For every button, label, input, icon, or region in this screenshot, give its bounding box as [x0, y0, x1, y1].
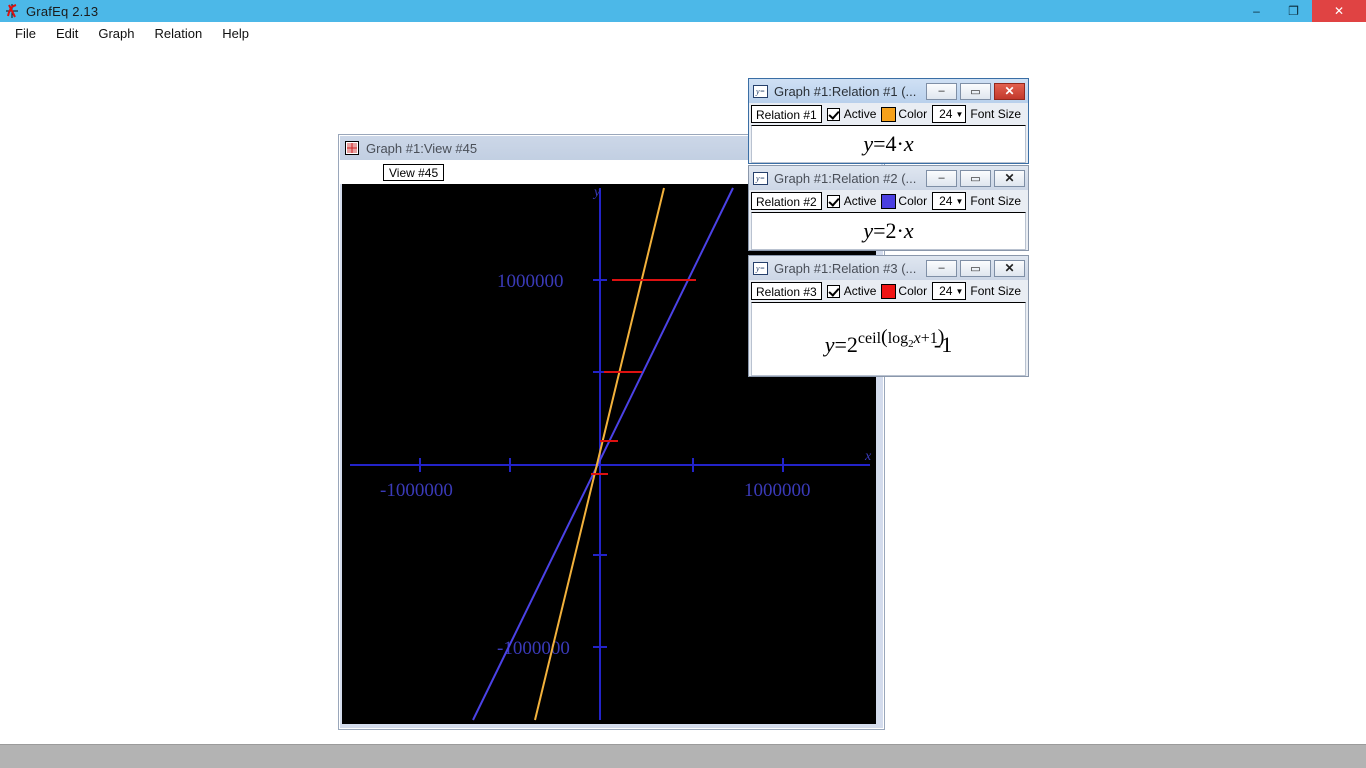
relation-1-title: Graph #1:Relation #1 (...: [774, 83, 917, 99]
relation-3-window-buttons: – ▭ ✕: [923, 259, 1028, 277]
relation-1-active-checkbox[interactable]: [826, 107, 840, 121]
relation-1-color-swatch[interactable]: [881, 106, 897, 122]
mdi-client-area: Graph #1:View #45 View #45 G: [0, 44, 1366, 745]
relation-2-active-label: Active: [843, 194, 877, 208]
plot-ticks: [419, 279, 784, 648]
relation-2-font-size-label: Font Size: [970, 194, 1022, 208]
relation-2-properties-bar: Relation #2 Active Color 24 ▼ Font Size: [749, 190, 1028, 212]
relation-1-font-size-value: 24: [939, 107, 953, 121]
relation-3-active-checkbox[interactable]: [826, 284, 840, 298]
relation-1-titlebar[interactable]: y= Graph #1:Relation #1 (... – ▭ ✕: [749, 79, 1028, 103]
relation-window-1: y= Graph #1:Relation #1 (... – ▭ ✕ Relat…: [748, 78, 1029, 164]
relation-3-equation: y=2 ceil(log2x+1) -1: [824, 326, 953, 358]
close-button[interactable]: ✕: [1312, 0, 1366, 22]
relation-window-2: y= Graph #1:Relation #2 (... – ▭ ✕ Relat…: [748, 165, 1029, 251]
application-window-buttons: – ❐ ✕: [1238, 0, 1366, 22]
relation-equation-icon: y=: [753, 261, 768, 275]
relation-3-color-label: Color: [898, 284, 928, 298]
relation-3-font-size-label: Font Size: [970, 284, 1022, 298]
relation-3-equation-base: y=2 ceil(log2x+1): [824, 326, 945, 357]
relation-3-properties-bar: Relation #3 Active Color 24 ▼ Font Size: [749, 280, 1028, 302]
view-name-input[interactable]: View #45: [383, 163, 445, 181]
relation-1-color-label: Color: [898, 107, 928, 121]
relation-3-maximize-button[interactable]: ▭: [960, 259, 991, 277]
relation-1-active-label: Active: [843, 107, 877, 121]
relation-2-color-swatch[interactable]: [881, 193, 897, 209]
relation-1-font-size-select[interactable]: 24 ▼: [932, 105, 967, 123]
relation-equation-icon: y=: [753, 84, 768, 98]
relation-3-close-button[interactable]: ✕: [994, 259, 1025, 277]
application-titlebar[interactable]: GrafEq 2.13 – ❐ ✕: [0, 0, 1366, 22]
relation-2-title: Graph #1:Relation #2 (...: [774, 170, 917, 186]
chevron-down-icon: ▼: [955, 109, 964, 119]
relation-3-font-size-select[interactable]: 24 ▼: [932, 282, 967, 300]
relation-2-color-label: Color: [898, 194, 928, 208]
relation-3-equation-area[interactable]: y=2 ceil(log2x+1) -1: [751, 302, 1026, 376]
menu-bar: File Edit Graph Relation Help: [0, 22, 1366, 44]
relation-3-color-swatch[interactable]: [881, 283, 897, 299]
taskbar[interactable]: [0, 744, 1366, 768]
relation-2-window-buttons: – ▭ ✕: [923, 169, 1028, 187]
application-title: GrafEq 2.13: [26, 3, 99, 19]
relation-1-name-input[interactable]: Relation #1: [751, 105, 822, 123]
x-tick-label-negative: -1000000: [380, 480, 453, 501]
chevron-down-icon: ▼: [955, 286, 964, 296]
menu-item-graph[interactable]: Graph: [89, 24, 143, 43]
relation-2-maximize-button[interactable]: ▭: [960, 169, 991, 187]
relation-3-name-input[interactable]: Relation #3: [751, 282, 822, 300]
menu-item-file[interactable]: File: [6, 24, 45, 43]
x-tick-label-positive: 1000000: [744, 480, 811, 501]
x-axis-label: x: [864, 449, 872, 464]
relation-3-font-size-value: 24: [939, 284, 953, 298]
relation-2-font-size-select[interactable]: 24 ▼: [932, 192, 967, 210]
relation-2-minimize-button[interactable]: –: [926, 169, 957, 187]
relation-3-minimize-button[interactable]: –: [926, 259, 957, 277]
y-tick-label-positive: 1000000: [497, 271, 564, 292]
relation-1-window-buttons: – ▭ ✕: [923, 82, 1028, 100]
series-relation-2-line: [472, 187, 734, 721]
minimize-button[interactable]: –: [1238, 0, 1275, 22]
chevron-down-icon: ▼: [955, 196, 964, 206]
relation-2-font-size-value: 24: [939, 194, 953, 208]
relation-1-minimize-button[interactable]: –: [926, 82, 957, 100]
relation-2-close-button[interactable]: ✕: [994, 169, 1025, 187]
relation-3-equation-exponent: ceil(log2x+1): [857, 326, 945, 350]
relation-3-title: Graph #1:Relation #3 (...: [774, 260, 917, 276]
menu-item-edit[interactable]: Edit: [47, 24, 87, 43]
y-axis-label: y: [592, 185, 601, 200]
relation-3-titlebar[interactable]: y= Graph #1:Relation #3 (... – ▭ ✕: [749, 256, 1028, 280]
relation-1-font-size-label: Font Size: [970, 107, 1022, 121]
relation-1-close-button[interactable]: ✕: [994, 82, 1025, 100]
graph-view-icon: [345, 141, 359, 155]
grafeq-app-icon: [4, 3, 20, 19]
relation-1-equation-area[interactable]: y=4·x: [751, 125, 1026, 163]
relation-2-name-input[interactable]: Relation #2: [751, 192, 822, 210]
relation-1-maximize-button[interactable]: ▭: [960, 82, 991, 100]
application-window: GrafEq 2.13 – ❐ ✕ File Edit Graph Relati…: [0, 0, 1366, 745]
maximize-button[interactable]: ❐: [1275, 0, 1312, 22]
relation-2-active-checkbox[interactable]: [826, 194, 840, 208]
graph-window-title: Graph #1:View #45: [366, 140, 478, 156]
menu-item-help[interactable]: Help: [213, 24, 258, 43]
relation-equation-icon: y=: [753, 171, 768, 185]
relation-1-properties-bar: Relation #1 Active Color 24 ▼ Font Size: [749, 103, 1028, 125]
relation-window-3: y= Graph #1:Relation #3 (... – ▭ ✕ Relat…: [748, 255, 1029, 377]
relation-2-equation: y=2·x: [863, 218, 914, 243]
relation-2-equation-area[interactable]: y=2·x: [751, 212, 1026, 250]
relation-3-active-label: Active: [843, 284, 877, 298]
menu-item-relation[interactable]: Relation: [146, 24, 212, 43]
relation-1-equation: y=4·x: [863, 131, 914, 156]
relation-2-titlebar[interactable]: y= Graph #1:Relation #2 (... – ▭ ✕: [749, 166, 1028, 190]
